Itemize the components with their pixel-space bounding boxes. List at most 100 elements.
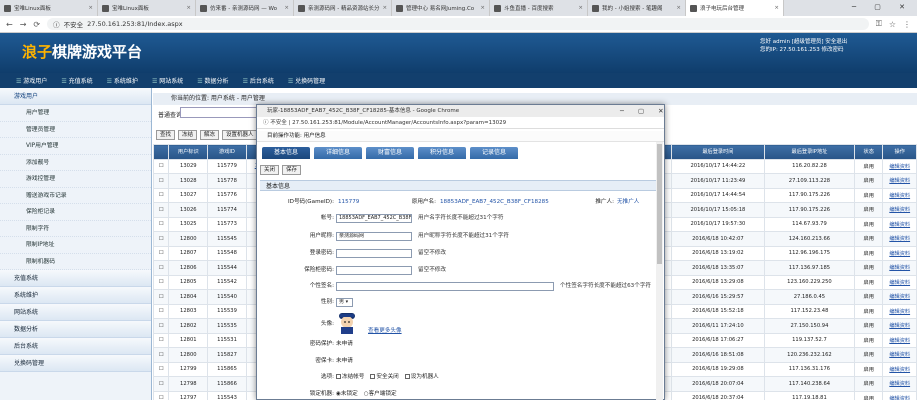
table-cell[interactable]: 编辑资料 — [882, 216, 917, 232]
tab-close-icon[interactable]: × — [88, 5, 93, 11]
url-field[interactable]: ⓘ 不安全 27.50.161.253:81/Index.aspx — [47, 18, 869, 30]
popup-scrollbar-thumb[interactable] — [657, 144, 662, 264]
sidebar-item[interactable]: 游戏控管理 — [0, 171, 151, 188]
nickname-input[interactable]: 亲测源码网 — [336, 232, 412, 241]
row-checkbox[interactable]: ☐ — [152, 390, 170, 400]
action-button[interactable]: 查找 — [156, 130, 176, 140]
user-line-2[interactable]: 您的IP: 27.50.161.253 修改密码 — [760, 46, 915, 54]
sidebar-group[interactable]: 系统维护 — [0, 287, 151, 304]
sidebar-item[interactable]: 限制IP地址 — [0, 237, 151, 254]
action-button[interactable]: 设置机器人 — [222, 130, 258, 140]
popup-window-controls[interactable]: ─ ▢ ✕ — [620, 105, 670, 117]
table-cell[interactable]: 编辑资料 — [882, 158, 917, 174]
star-icon[interactable]: ☆ — [889, 20, 896, 29]
tab-close-icon[interactable]: × — [676, 5, 681, 11]
row-checkbox[interactable]: ☐ — [152, 260, 170, 276]
sidebar-group[interactable]: 网站系统 — [0, 304, 151, 321]
row-checkbox[interactable]: ☐ — [152, 216, 170, 232]
sidebar-item[interactable]: 限制机器码 — [0, 254, 151, 270]
browser-tab[interactable]: 浪子电玩后台管理 × — [686, 0, 784, 16]
top-menu-item[interactable]: 充值系统 — [61, 76, 93, 85]
back-icon[interactable]: ← — [6, 20, 13, 29]
row-checkbox[interactable]: ☐ — [152, 173, 170, 189]
sidebar-item[interactable]: 限制字符 — [0, 221, 151, 237]
tab-close-icon[interactable]: × — [382, 5, 387, 11]
user-line-1[interactable]: 您好 admin [超级管理员] 安全退出 — [760, 38, 915, 46]
popup-tab[interactable]: 基本信息 — [262, 147, 310, 159]
option-checkbox[interactable]: 设为机器人 — [404, 374, 439, 380]
browser-tab[interactable]: 亲测源码网 - 精品资源站长分 × — [294, 0, 392, 16]
row-checkbox[interactable]: ☐ — [152, 376, 170, 392]
top-menu-item[interactable]: 后台系统 — [243, 76, 274, 85]
login-password-input[interactable] — [336, 249, 412, 258]
sidebar-item[interactable]: 用户管理 — [0, 105, 151, 122]
search-input[interactable] — [180, 107, 260, 118]
table-cell[interactable]: 编辑资料 — [882, 274, 917, 290]
browser-tab[interactable]: 我的 - 小姐搜索 - 笔趣阁 × — [588, 0, 686, 16]
popup-address-bar[interactable]: ⓘ 不安全 | 27.50.161.253:81/Module/AccountM… — [257, 117, 664, 129]
tab-close-icon[interactable]: × — [480, 5, 485, 11]
table-cell[interactable]: 编辑资料 — [882, 173, 917, 189]
bank-password-input[interactable] — [336, 266, 412, 275]
top-menu-item[interactable]: 数据分析 — [197, 76, 229, 85]
table-cell[interactable]: 编辑资料 — [882, 231, 917, 247]
sidebar-group-users[interactable]: 游戏用户 — [0, 88, 151, 105]
tab-close-icon[interactable]: × — [284, 5, 289, 11]
table-cell[interactable]: 编辑资料 — [882, 289, 917, 305]
table-cell[interactable]: 编辑资料 — [882, 318, 917, 334]
action-button[interactable]: 冻结 — [178, 130, 198, 140]
tab-close-icon[interactable]: × — [578, 5, 583, 11]
popup-tab[interactable]: 财富信息 — [366, 147, 414, 159]
checkbox-box[interactable] — [336, 374, 341, 379]
popup-tab[interactable]: 积分信息 — [418, 147, 466, 159]
sidebar-group[interactable]: 充值系统 — [0, 270, 151, 287]
row-checkbox[interactable]: ☐ — [152, 187, 170, 203]
top-menu-item[interactable]: 兑换码管理 — [288, 76, 325, 85]
gender-select[interactable]: 男 ▾ — [336, 298, 353, 307]
row-checkbox[interactable]: ☐ — [152, 347, 170, 363]
browser-tab[interactable]: 宝唯Linux面板 × — [0, 0, 98, 16]
table-cell[interactable]: 编辑资料 — [882, 347, 917, 363]
machine-lock-radio[interactable]: ◉未锁定 — [336, 391, 358, 397]
table-cell[interactable]: 编辑资料 — [882, 332, 917, 348]
top-menu-item[interactable]: 系统维护 — [107, 76, 138, 85]
browser-tab[interactable]: 管理中心 易名网Juming.Co × — [392, 0, 490, 16]
row-checkbox[interactable]: ☐ — [152, 202, 170, 218]
browser-tab[interactable]: 宝唯Linux面板 × — [98, 0, 196, 16]
row-checkbox[interactable]: ☐ — [152, 303, 170, 319]
sidebar-item[interactable]: 管理员管理 — [0, 122, 151, 138]
account-input[interactable]: 18853ADF_EAB7_452C_B38F_CF — [336, 214, 412, 223]
popup-tab[interactable]: 记录信息 — [470, 147, 518, 159]
checkbox-box[interactable] — [370, 374, 376, 379]
key-icon[interactable]: ⚿ — [876, 19, 882, 29]
machine-lock-radio[interactable]: ○客户端锁定 — [364, 391, 397, 397]
table-cell[interactable]: 编辑资料 — [882, 390, 917, 400]
popup-tab[interactable]: 详细信息 — [314, 147, 362, 159]
option-checkbox[interactable]: 冻结帐号 — [336, 374, 364, 380]
popup-toolbar-button[interactable]: 保存 — [282, 165, 302, 175]
sidebar-item[interactable]: 赠送游戏币记录 — [0, 188, 151, 204]
window-controls[interactable]: ─ ▢ ✕ — [852, 3, 913, 11]
forward-icon[interactable]: → — [20, 20, 27, 29]
reload-icon[interactable]: ⟳ — [33, 20, 40, 29]
browser-tab[interactable]: 仿来番 - 亲测源码网 — Wo × — [196, 0, 294, 16]
row-checkbox[interactable]: ☐ — [152, 158, 170, 174]
menu-icon[interactable]: ⋮ — [903, 20, 911, 29]
action-button[interactable]: 解冻 — [200, 130, 220, 140]
sidebar-item[interactable]: 添加靓号 — [0, 155, 151, 171]
browser-tab[interactable]: 斗鱼直播 - 百度搜索 × — [490, 0, 588, 16]
table-cell[interactable]: 编辑资料 — [882, 245, 917, 261]
sidebar-group[interactable]: 数据分析 — [0, 321, 151, 338]
row-checkbox[interactable]: ☐ — [152, 332, 170, 348]
table-cell[interactable]: 编辑资料 — [882, 187, 917, 203]
option-checkbox[interactable]: 安全关闭 — [370, 374, 399, 380]
row-checkbox[interactable]: ☐ — [152, 245, 170, 261]
sidebar-group[interactable]: 后台系统 — [0, 338, 151, 355]
top-menu-item[interactable]: 网站系统 — [152, 76, 183, 85]
table-cell[interactable]: 编辑资料 — [882, 202, 917, 218]
tab-close-icon[interactable]: × — [186, 5, 191, 11]
tab-close-icon[interactable]: × — [774, 5, 779, 11]
table-cell[interactable]: 编辑资料 — [882, 361, 917, 377]
popup-toolbar-button[interactable]: 关闭 — [260, 165, 280, 175]
signature-input[interactable] — [336, 282, 554, 291]
